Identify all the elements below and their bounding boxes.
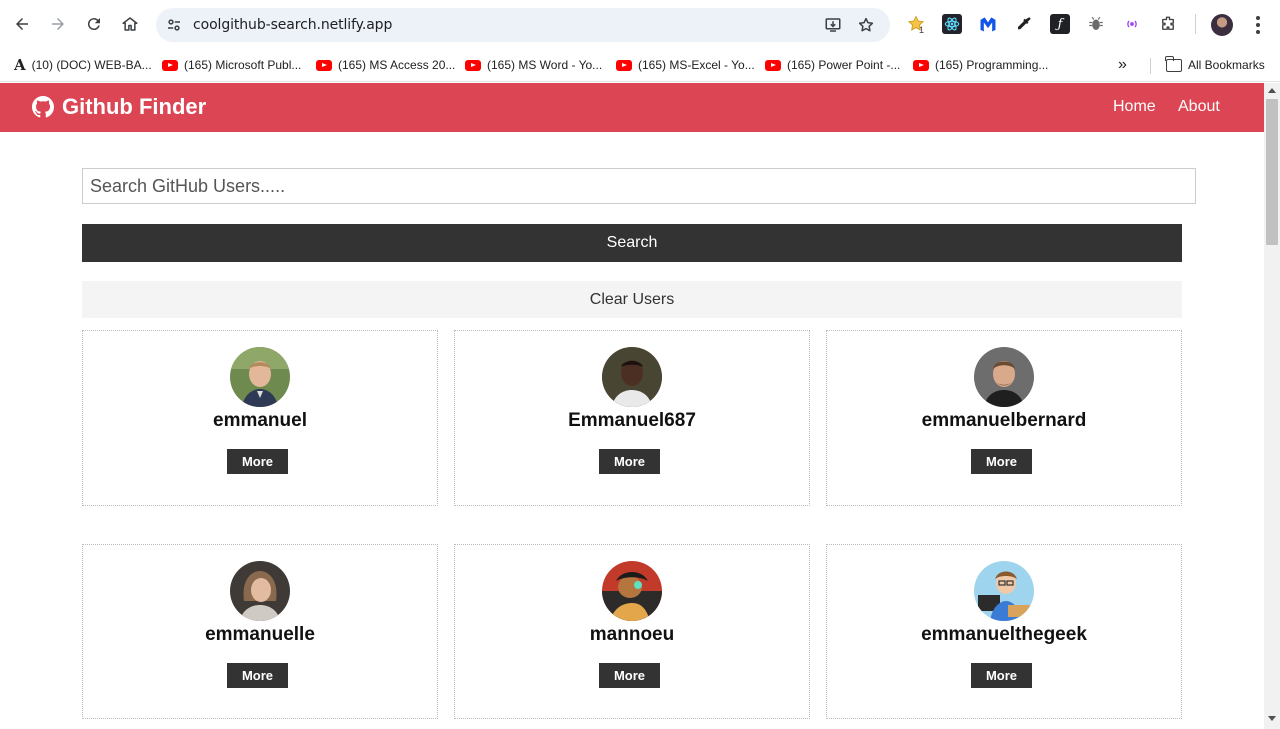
user-login: Emmanuel687 <box>568 410 696 431</box>
address-bar[interactable]: coolgithub-search.netlify.app <box>156 8 890 42</box>
all-bookmarks-button[interactable]: All Bookmarks <box>1165 54 1265 76</box>
user-card: emmanuelthegeek More <box>826 544 1182 719</box>
star-extension-icon[interactable]: 1 <box>906 14 926 35</box>
install-icon[interactable] <box>823 15 843 35</box>
bookmark-label: (165) Programming... <box>935 58 1049 72</box>
user-login: emmanuelthegeek <box>921 624 1087 645</box>
youtube-icon <box>913 59 929 71</box>
brand[interactable]: Github Finder <box>32 94 206 120</box>
bookmark-label: (165) MS Access 20... <box>338 58 456 72</box>
search-input[interactable] <box>82 168 1196 204</box>
user-card: emmanuel More <box>82 330 438 506</box>
bookmarks-bar: A (10) (DOC) WEB-BA... (165) Microsoft P… <box>0 48 1280 82</box>
all-bookmarks-label: All Bookmarks <box>1188 58 1265 72</box>
bookmark-item[interactable]: A (10) (DOC) WEB-BA... <box>14 54 152 76</box>
bookmark-item[interactable]: (165) Microsoft Publ... <box>162 54 301 76</box>
bookmarks-divider <box>1150 58 1151 74</box>
user-avatar <box>230 561 290 621</box>
more-menu-icon[interactable] <box>1248 14 1268 36</box>
app-navbar: Github Finder Home About <box>0 83 1264 132</box>
user-avatar <box>974 347 1034 407</box>
user-login: emmanuelbernard <box>921 410 1087 431</box>
github-icon <box>32 96 54 118</box>
user-login: emmanuelle <box>205 624 315 645</box>
more-button[interactable]: More <box>971 663 1032 688</box>
malwarebytes-icon[interactable] <box>978 14 998 34</box>
bookmark-label: (10) (DOC) WEB-BA... <box>31 58 152 72</box>
page-scrollbar[interactable] <box>1264 83 1280 729</box>
scroll-down-icon[interactable] <box>1268 716 1276 721</box>
fonts-extension-icon[interactable]: ƒ <box>1050 14 1070 34</box>
academia-icon: A <box>14 56 26 74</box>
back-icon[interactable] <box>8 10 36 38</box>
user-login: mannoeu <box>589 624 675 645</box>
youtube-icon <box>765 59 781 71</box>
browser-toolbar: coolgithub-search.netlify.app 1 ƒ <box>0 0 1280 48</box>
bookmark-star-icon[interactable] <box>856 15 876 35</box>
forward-icon[interactable] <box>44 10 72 38</box>
more-button[interactable]: More <box>599 663 660 688</box>
broadcast-icon[interactable] <box>1122 14 1142 34</box>
user-avatar <box>974 561 1034 621</box>
nav-link-about[interactable]: About <box>1178 98 1220 116</box>
color-picker-icon[interactable] <box>1014 14 1034 34</box>
more-button[interactable]: More <box>971 449 1032 474</box>
more-button[interactable]: More <box>599 449 660 474</box>
brand-title: Github Finder <box>62 94 207 119</box>
home-icon[interactable] <box>116 10 144 38</box>
extensions-icon[interactable] <box>1158 14 1178 34</box>
bookmark-item[interactable]: (165) MS Access 20... <box>316 54 455 76</box>
profile-avatar[interactable] <box>1211 14 1233 36</box>
user-card: emmanuelle More <box>82 544 438 719</box>
folder-icon <box>1165 55 1182 72</box>
bookmark-label: (165) MS Word - Yo... <box>487 58 603 72</box>
scroll-up-icon[interactable] <box>1268 88 1276 93</box>
bookmark-label: (165) Microsoft Publ... <box>184 58 302 72</box>
user-avatar <box>602 347 662 407</box>
nav-link-home[interactable]: Home <box>1113 98 1156 116</box>
bookmark-item[interactable]: (165) Programming... <box>913 54 1048 76</box>
youtube-icon <box>616 59 632 71</box>
youtube-icon <box>162 59 178 71</box>
bug-icon[interactable] <box>1086 14 1106 34</box>
clear-users-button[interactable]: Clear Users <box>82 281 1182 318</box>
bookmark-item[interactable]: (165) MS-Excel - Yo... <box>616 54 755 76</box>
search-button[interactable]: Search <box>82 224 1182 262</box>
bookmark-label: (165) MS-Excel - Yo... <box>638 58 755 72</box>
user-avatar <box>230 347 290 407</box>
more-button[interactable]: More <box>227 663 288 688</box>
reload-icon[interactable] <box>80 10 108 38</box>
youtube-icon <box>316 59 332 71</box>
extension-badge: 1 <box>919 25 925 35</box>
user-avatar <box>602 561 662 621</box>
user-card: mannoeu More <box>454 544 810 719</box>
toolbar-divider <box>1195 14 1196 34</box>
scrollbar-thumb[interactable] <box>1266 99 1278 245</box>
more-button[interactable]: More <box>227 449 288 474</box>
url-text[interactable]: coolgithub-search.netlify.app <box>193 17 392 33</box>
site-settings-icon[interactable] <box>165 16 183 34</box>
bookmark-label: (165) Power Point -... <box>787 58 901 72</box>
user-card: emmanuelbernard More <box>826 330 1182 506</box>
bookmark-item[interactable]: (165) Power Point -... <box>765 54 900 76</box>
react-devtools-icon[interactable] <box>942 14 962 34</box>
bookmarks-overflow-icon[interactable]: » <box>1118 54 1127 76</box>
bookmark-item[interactable]: (165) MS Word - Yo... <box>465 54 602 76</box>
user-login: emmanuel <box>213 410 307 431</box>
youtube-icon <box>465 59 481 71</box>
user-card: Emmanuel687 More <box>454 330 810 506</box>
